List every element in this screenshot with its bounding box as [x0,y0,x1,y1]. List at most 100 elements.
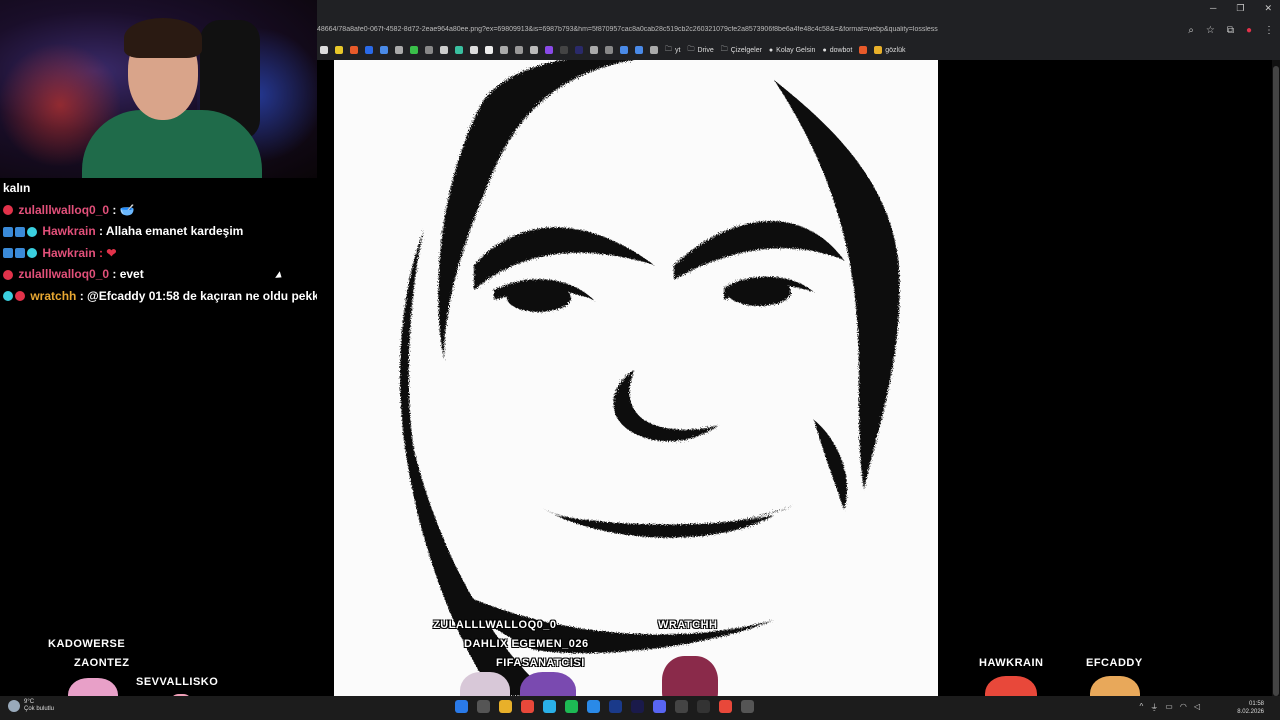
scrollbar-thumb[interactable] [1273,66,1279,696]
bookmark-label: Çizelgeler [730,46,762,54]
star-icon[interactable]: ☆ [1206,25,1215,36]
bookmark-favicon-icon[interactable] [380,46,388,54]
overlay-viewer-name: SEVVALLISKO [136,676,219,688]
chat-username[interactable]: wratchh [30,289,76,303]
bookmark-favicon-icon[interactable] [455,46,463,54]
chat-username[interactable]: Hawkrain [42,224,95,238]
bookmark-favicon-icon[interactable] [425,46,433,54]
bookmark-favicon-icon[interactable] [650,46,658,54]
system-tray: ^ ⏚ ▭ ◠ ◁ [1140,702,1200,713]
bookmark-favicon-icon[interactable] [545,46,553,54]
weather-widget[interactable]: 9°C Çok bulutlu [8,699,54,713]
maximize-icon[interactable]: ❐ [1236,3,1244,14]
network-icon[interactable]: ▭ [1165,702,1173,713]
badge-icon [3,291,13,302]
address-bar-actions: ⌕ ☆ ⧉ ● ⋮ [1188,25,1274,36]
scrollbar[interactable] [1272,60,1280,696]
browser-titlebar: ─ ❐ ✕ [317,0,1280,20]
bookmark-favicon-icon[interactable] [635,46,643,54]
discord-icon[interactable] [653,700,666,713]
bookmark-favicon-icon[interactable] [500,46,508,54]
bookmark-favicon-icon[interactable] [440,46,448,54]
taskbar: 9°C Çok bulutlu ^ ⏚ ▭ ◠ ◁ 01:58 8.02.202… [0,696,1280,720]
bookmark-favicon-icon[interactable] [350,46,358,54]
bookmark-favicon-icon[interactable] [605,46,613,54]
lightroom-icon[interactable] [631,700,644,713]
overlay-viewer-name: ZULALLLWALLOQ0_0 [433,619,557,631]
extensions-icon[interactable]: ⧉ [1227,25,1234,36]
microphone-icon[interactable]: ⏚ [1150,702,1158,713]
bookmark-favicon-icon[interactable] [575,46,583,54]
spotify-icon[interactable] [565,700,578,713]
bookmark-favicon-icon[interactable] [530,46,538,54]
streamer-hair [124,18,202,58]
bookmark-favicon-icon[interactable] [590,46,598,54]
search-icon[interactable] [477,700,490,713]
url-text[interactable]: 48664/78a8afe0-067f-4582-8d72-2eae964a80… [317,26,1167,33]
chat-message: Hawkrain : ❤ [0,243,317,265]
bookmark-favicon-icon[interactable] [515,46,523,54]
address-bar[interactable]: 48664/78a8afe0-067f-4582-8d72-2eae964a80… [317,22,1280,40]
bookmark-favicon-icon[interactable] [395,46,403,54]
overlay-viewer-name: KADOWERSE [48,638,126,650]
chat-panel: kalın zulalllwalloq0_0 : 🥣 Hawkrain : Al… [0,178,322,307]
bookmark-favicon-icon[interactable] [410,46,418,54]
folder-icon: 🗀 [687,45,695,53]
chevron-up-icon[interactable]: ^ [1140,702,1144,713]
bookmark-favicon-icon[interactable] [485,46,493,54]
chat-text: : Allaha emanet kardeşim [95,224,244,238]
image-viewer [317,60,1280,696]
bookmark-label: gözlük [885,46,906,54]
bookmark-label: Drive [697,46,714,54]
edge-icon[interactable] [543,700,556,713]
minimize-icon[interactable]: ─ [1210,3,1216,14]
bookmark-favicon-icon [859,46,868,54]
bookmark-folder-yt[interactable]: 🗀 yt [665,45,680,56]
close-icon[interactable]: ✕ [1264,3,1272,14]
bookmark-folder-drive[interactable]: 🗀 Drive [687,45,713,56]
bookmark-favicon-icon[interactable] [320,46,328,54]
overlay-viewer-name: EFCADDY [1086,657,1143,669]
bookmark-folder-cizelgeler[interactable]: 🗀 Çizelgeler [721,45,762,56]
bookmark-favicon-icon[interactable] [470,46,478,54]
overlay-viewer-name: DAHLIX EGEMEN_026 [464,638,589,650]
steam-icon[interactable] [697,700,710,713]
app-icon[interactable] [719,700,732,713]
chat-username[interactable]: zulalllwalloq0_0 [18,203,109,217]
profile-icon[interactable]: ● [1246,25,1252,36]
chrome-icon[interactable] [521,700,534,713]
bookmark-dowbot[interactable]: ● dowbot [822,47,852,54]
portrait-drawing [400,60,900,696]
bookmark-favicon-icon[interactable] [560,46,568,54]
overlay-viewer-name: FIFASANATCISI [496,657,585,669]
chat-text: kalın [3,181,31,195]
telegram-icon[interactable] [587,700,600,713]
volume-icon[interactable]: ◁ [1194,702,1200,713]
menu-icon[interactable]: ⋮ [1264,25,1274,36]
bookmark-favicon-icon[interactable] [335,46,343,54]
wifi-icon[interactable]: ◠ [1180,702,1187,713]
globe-icon: ● [768,46,774,54]
obs-icon[interactable] [675,700,688,713]
chat-username[interactable]: zulalllwalloq0_0 [18,267,109,281]
overlay-viewer-name: WRATCHH [658,619,718,631]
clock[interactable]: 01:58 8.02.2026 [1237,700,1264,716]
weather-info: 9°C Çok bulutlu [24,699,54,713]
chat-username[interactable]: Hawkrain [42,246,95,260]
file-explorer-icon[interactable] [499,700,512,713]
bookmark-favicon-icon[interactable] [620,46,628,54]
chat-text: : ❤ [95,245,117,260]
badge-icon [15,248,25,259]
badge-icon [3,248,13,259]
photoshop-icon[interactable] [609,700,622,713]
windows-start-icon[interactable] [455,700,468,713]
badge-icon [15,226,25,237]
bookmark-kolay-gelsin[interactable]: ● Kolay Gelsin [769,47,816,54]
bookmark-gozluk[interactable]: gözlük [874,46,906,54]
app-icon[interactable] [741,700,754,713]
bookmark-favicon-icon[interactable] [365,46,373,54]
folder-icon: 🗀 [720,45,728,53]
bookmark-orange[interactable] [859,46,868,54]
sketch-portrait-image [334,60,938,696]
zoom-icon[interactable]: ⌕ [1188,25,1194,36]
